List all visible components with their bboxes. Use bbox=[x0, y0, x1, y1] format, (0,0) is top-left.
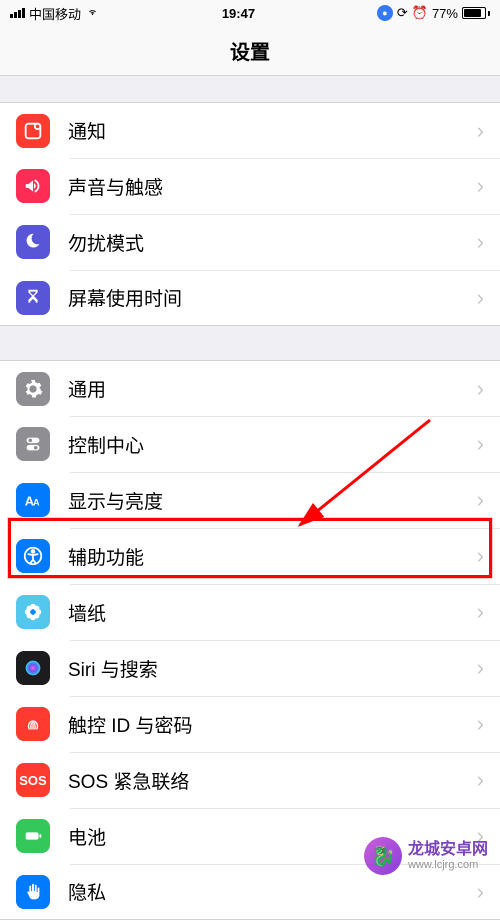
wifi-icon bbox=[85, 6, 100, 21]
chevron-right-icon: › bbox=[477, 376, 484, 402]
row-label: SOS 紧急联络 bbox=[68, 767, 477, 794]
row-label: 触控 ID 与密码 bbox=[68, 711, 477, 738]
watermark-url: www.lcjrg.com bbox=[408, 859, 488, 871]
chevron-right-icon: › bbox=[477, 599, 484, 625]
fingerprint-icon bbox=[16, 707, 50, 741]
row-accessibility[interactable]: 辅助功能 › bbox=[0, 528, 500, 584]
row-label: 声音与触感 bbox=[68, 173, 477, 200]
sounds-icon bbox=[16, 169, 50, 203]
group-gap bbox=[0, 326, 500, 360]
row-dnd[interactable]: 勿扰模式 › bbox=[0, 214, 500, 270]
status-bar: 中国移动 19:47 ● ⟳ ⏰ 77% bbox=[0, 0, 500, 26]
mic-indicator-icon: ● bbox=[377, 5, 393, 21]
battery-icon bbox=[16, 819, 50, 853]
signal-icon bbox=[10, 8, 25, 18]
svg-text:A: A bbox=[33, 498, 40, 508]
carrier-label: 中国移动 bbox=[29, 4, 81, 23]
row-label: 隐私 bbox=[68, 878, 477, 905]
siri-icon bbox=[16, 651, 50, 685]
sos-icon: SOS bbox=[16, 763, 50, 797]
chevron-right-icon: › bbox=[477, 229, 484, 255]
switches-icon bbox=[16, 427, 50, 461]
row-general[interactable]: 通用 › bbox=[0, 360, 500, 416]
chevron-right-icon: › bbox=[477, 655, 484, 681]
chevron-right-icon: › bbox=[477, 173, 484, 199]
text-size-icon: AA bbox=[16, 483, 50, 517]
row-notifications[interactable]: 通知 › bbox=[0, 102, 500, 158]
alarm-icon: ⏰ bbox=[412, 5, 428, 21]
moon-icon bbox=[16, 225, 50, 259]
status-right: ● ⟳ ⏰ 77% bbox=[377, 5, 490, 21]
row-screentime[interactable]: 屏幕使用时间 › bbox=[0, 270, 500, 326]
status-left: 中国移动 bbox=[10, 4, 100, 23]
row-label: 控制中心 bbox=[68, 431, 477, 458]
notifications-icon bbox=[16, 114, 50, 148]
row-sounds[interactable]: 声音与触感 › bbox=[0, 158, 500, 214]
gear-icon bbox=[16, 372, 50, 406]
row-label: Siri 与搜索 bbox=[68, 655, 477, 682]
orientation-lock-icon: ⟳ bbox=[397, 5, 408, 21]
watermark-logo-icon: 🐉 bbox=[364, 837, 402, 875]
battery-percent: 77% bbox=[432, 6, 458, 21]
hand-icon bbox=[16, 875, 50, 909]
row-touchid[interactable]: 触控 ID 与密码 › bbox=[0, 696, 500, 752]
row-display[interactable]: AA 显示与亮度 › bbox=[0, 472, 500, 528]
row-label: 通知 bbox=[68, 117, 477, 144]
row-label: 勿扰模式 bbox=[68, 229, 477, 256]
flower-icon bbox=[16, 595, 50, 629]
row-label: 辅助功能 bbox=[68, 543, 477, 570]
hourglass-icon bbox=[16, 281, 50, 315]
row-siri[interactable]: Siri 与搜索 › bbox=[0, 640, 500, 696]
row-label: 屏幕使用时间 bbox=[68, 284, 477, 311]
row-label: 墙纸 bbox=[68, 599, 477, 626]
watermark-title: 龙城安卓网 bbox=[408, 841, 488, 859]
row-label: 显示与亮度 bbox=[68, 487, 477, 514]
row-wallpaper[interactable]: 墙纸 › bbox=[0, 584, 500, 640]
chevron-right-icon: › bbox=[477, 767, 484, 793]
chevron-right-icon: › bbox=[477, 879, 484, 905]
row-label: 通用 bbox=[68, 375, 477, 402]
chevron-right-icon: › bbox=[477, 487, 484, 513]
group-gap bbox=[0, 76, 500, 102]
status-time: 19:47 bbox=[222, 6, 255, 21]
chevron-right-icon: › bbox=[477, 543, 484, 569]
chevron-right-icon: › bbox=[477, 711, 484, 737]
chevron-right-icon: › bbox=[477, 431, 484, 457]
row-control-center[interactable]: 控制中心 › bbox=[0, 416, 500, 472]
row-sos[interactable]: SOS SOS 紧急联络 › bbox=[0, 752, 500, 808]
battery-icon bbox=[462, 7, 490, 19]
chevron-right-icon: › bbox=[477, 285, 484, 311]
watermark: 🐉 龙城安卓网 www.lcjrg.com bbox=[364, 837, 488, 875]
accessibility-icon bbox=[16, 539, 50, 573]
chevron-right-icon: › bbox=[477, 118, 484, 144]
page-title: 设置 bbox=[0, 26, 500, 76]
